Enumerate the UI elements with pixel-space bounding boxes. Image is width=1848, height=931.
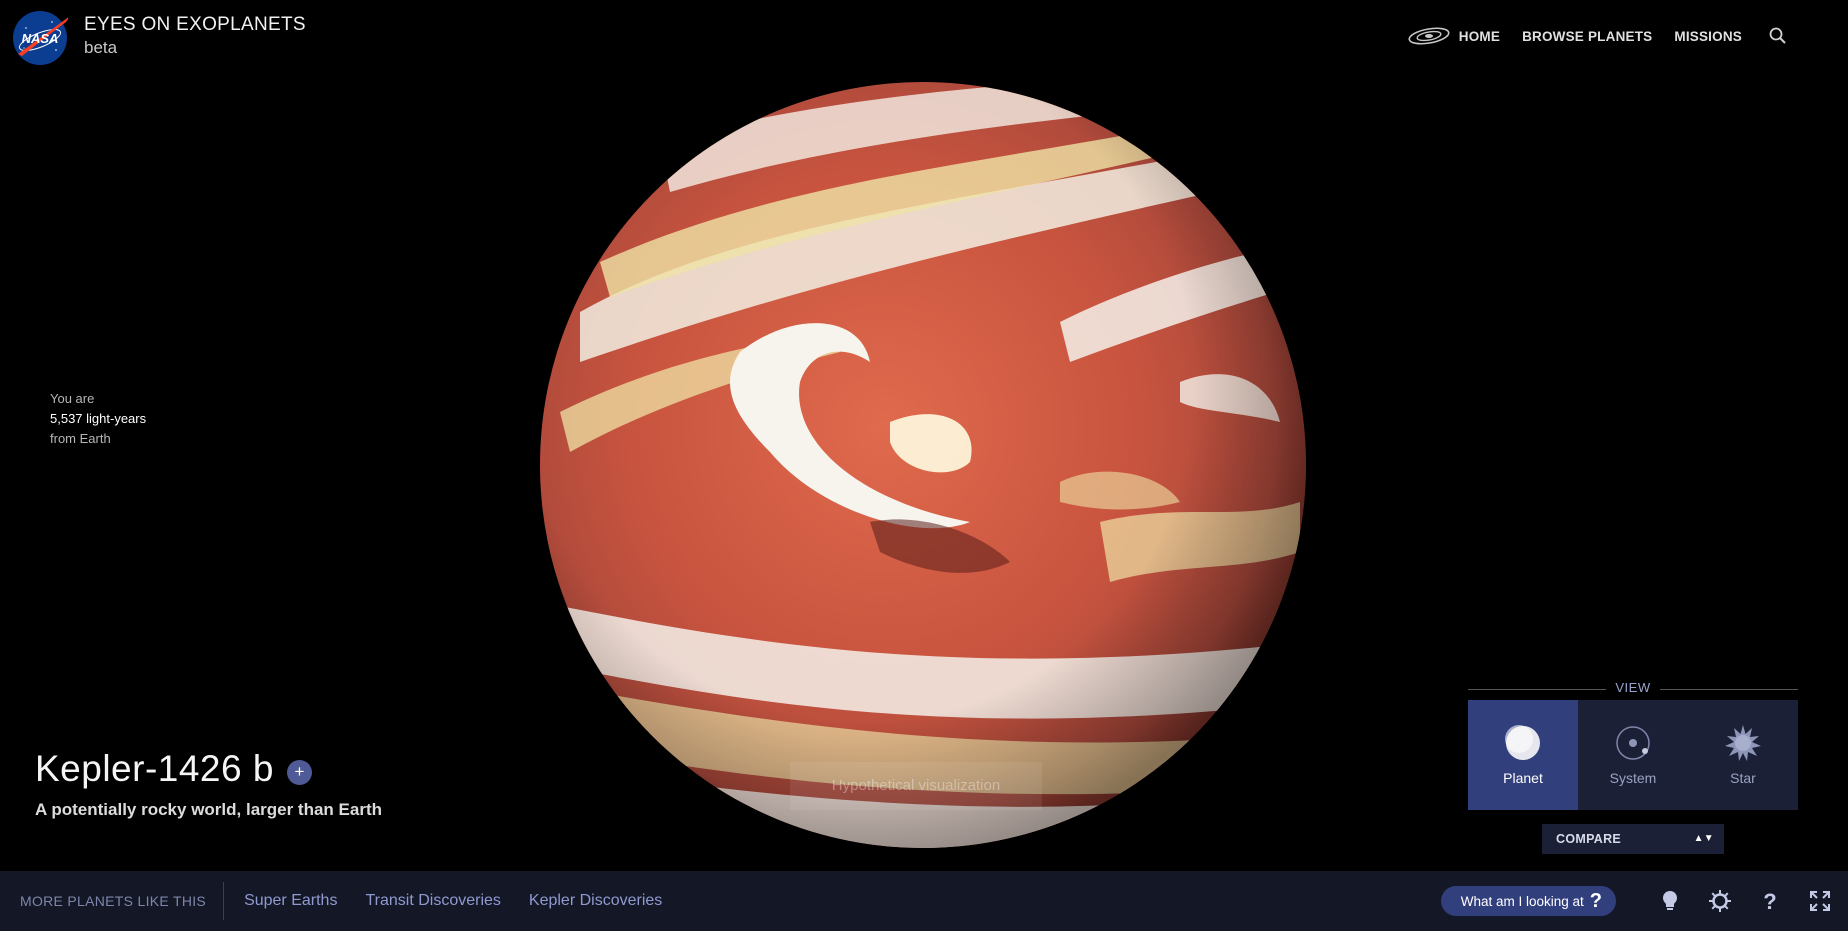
more-planets-label: MORE PLANETS LIKE THIS [20,882,225,920]
view-divider-right [1660,689,1798,690]
updown-chevron-icon: ▲▼ [1693,833,1714,844]
fullscreen-icon[interactable] [1808,889,1832,913]
hypothetical-visualization-note: Hypothetical visualization [790,762,1042,810]
view-option-system-label: System [1609,770,1657,786]
bottom-bar: MORE PLANETS LIKE THIS Super Earths Tran… [0,871,1848,931]
system-icon [1616,726,1650,760]
compare-label: COMPARE [1556,832,1622,846]
settings-gear-icon[interactable] [1708,889,1732,913]
distance-readout: You are 5,537 light-years from Earth [50,389,146,449]
what-am-i-looking-at-button[interactable]: What am I looking at ? [1440,886,1616,916]
nav-missions[interactable]: MISSIONS [1674,29,1742,44]
nav-browse-planets[interactable]: BROWSE PLANETS [1522,29,1652,44]
planet-visualization[interactable] [540,82,1306,848]
view-option-system[interactable]: System [1578,700,1688,810]
app-title: EYES ON EXOPLANETS [84,14,306,35]
view-option-star[interactable]: Star [1688,700,1798,810]
link-transit-discoveries[interactable]: Transit Discoveries [365,892,500,910]
link-kepler-discoveries[interactable]: Kepler Discoveries [529,892,662,910]
view-option-planet-label: Planet [1503,770,1543,786]
nav-home-label: HOME [1458,28,1501,44]
view-header: VIEW [1468,680,1798,696]
svg-text:?: ? [1763,889,1776,913]
planet-icon [1505,725,1540,760]
question-mark-icon: ? [1589,889,1602,912]
planet-title-row: Kepler-1426 b + [35,748,312,790]
planet-name: Kepler-1426 b [35,748,274,789]
add-planet-button[interactable]: + [286,759,312,785]
nasa-logo-icon[interactable]: NASA [12,10,68,66]
view-option-star-label: Star [1730,770,1756,786]
app-root: NASA EYES ON EXOPLANETS beta HOME BROWSE… [0,0,1848,931]
bottom-bar-tools: What am I looking at ? ? [1440,871,1832,931]
compare-select[interactable]: COMPARE ▲▼ [1542,824,1724,854]
help-icon[interactable]: ? [1758,889,1782,913]
link-super-earths[interactable]: Super Earths [244,892,337,910]
app-subtitle: beta [84,38,118,57]
nasa-logo-text: NASA [22,31,59,46]
search-icon[interactable] [1768,26,1788,46]
what-button-label: What am I looking at [1460,893,1584,909]
distance-prefix: You are [50,391,95,406]
nav-home-link[interactable]: HOME [1407,26,1500,46]
lightbulb-icon[interactable] [1658,889,1682,913]
distance-suffix: from Earth [50,431,111,446]
planet-description: A potentially rocky world, larger than E… [35,800,382,819]
distance-value: 5,537 light-years [50,411,147,426]
star-icon [1725,725,1761,761]
view-options: Planet System Star [1468,700,1798,810]
galaxy-icon [1408,27,1450,45]
view-label: VIEW [1615,680,1651,695]
view-option-planet[interactable]: Planet [1468,700,1578,810]
brand[interactable]: NASA EYES ON EXOPLANETS beta [12,10,306,66]
top-nav: HOME BROWSE PLANETS MISSIONS [1407,26,1788,46]
